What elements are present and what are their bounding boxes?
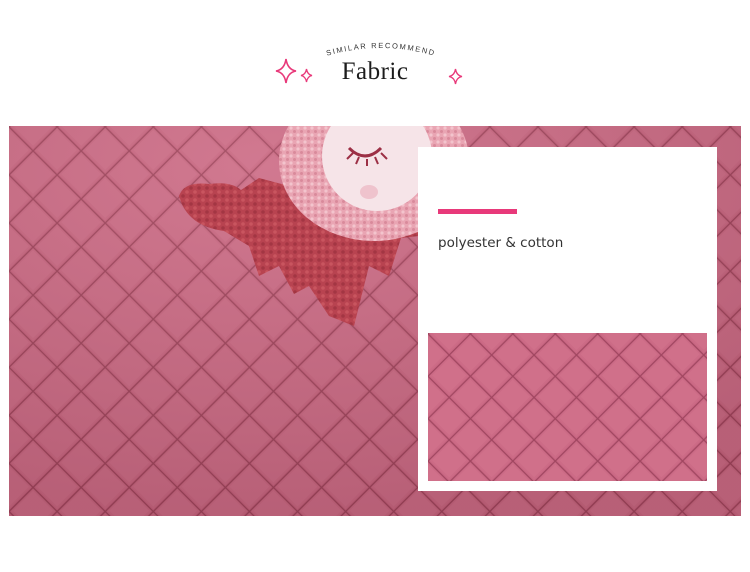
subtitle-text: SIMILAR RECOMMEND bbox=[325, 41, 435, 58]
fabric-swatch bbox=[428, 333, 707, 481]
svg-text:SIMILAR RECOMMEND: SIMILAR RECOMMEND bbox=[325, 41, 437, 58]
sparkle-icon bbox=[448, 68, 463, 85]
accent-bar bbox=[438, 209, 517, 214]
material-info-card: polyester & cotton bbox=[418, 147, 717, 491]
sparkle-icon bbox=[275, 58, 297, 84]
sparkle-icon bbox=[300, 68, 313, 83]
section-title: Fabric bbox=[341, 58, 409, 85]
section-header: SIMILAR RECOMMEND Fabric bbox=[0, 0, 750, 126]
material-label: polyester & cotton bbox=[438, 235, 564, 251]
